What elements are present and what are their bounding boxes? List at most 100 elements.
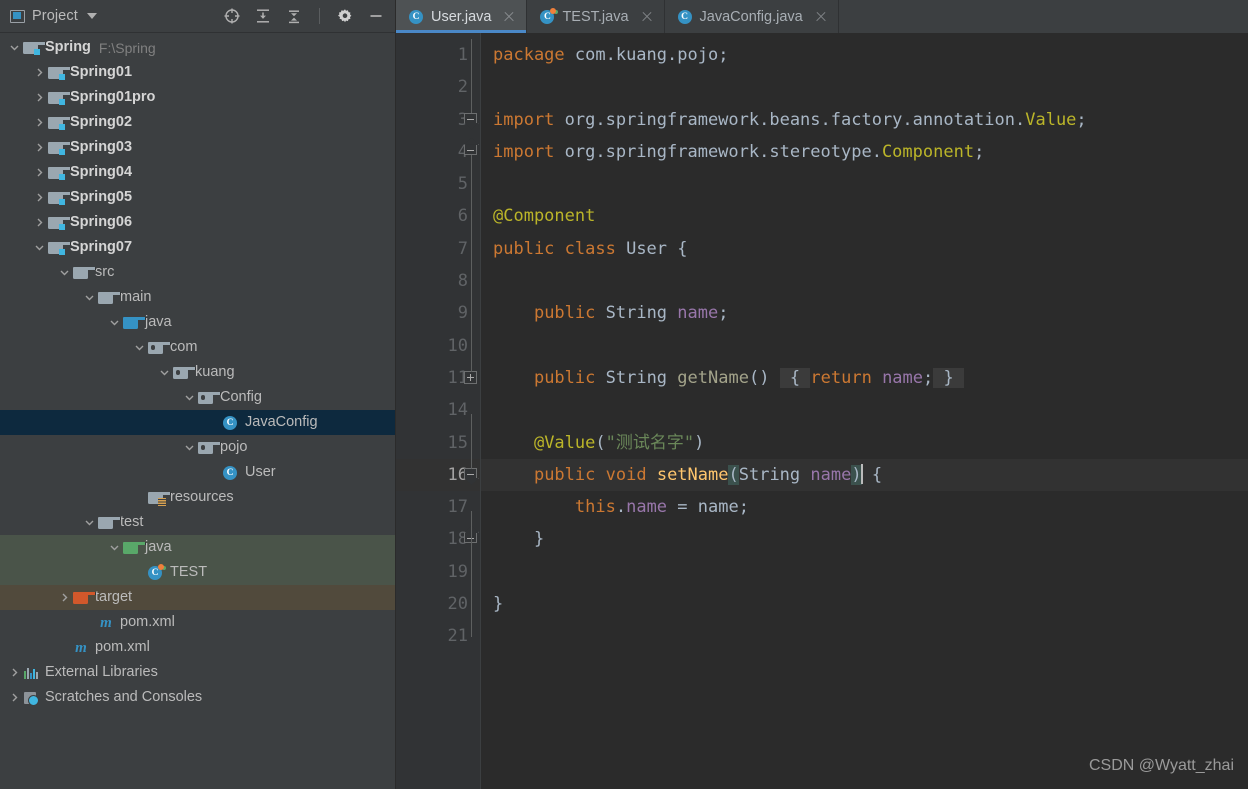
tree-item-external-libraries[interactable]: External Libraries [0, 660, 395, 685]
chevron-right-icon[interactable] [31, 190, 47, 206]
chevron-down-icon[interactable] [131, 340, 147, 356]
tree-item-spring01[interactable]: Spring01 [0, 60, 395, 85]
tree-item-kuang[interactable]: kuang [0, 360, 395, 385]
tree-item-pojo[interactable]: pojo [0, 435, 395, 460]
tree-item-com[interactable]: com [0, 335, 395, 360]
chevron-right-icon[interactable] [31, 90, 47, 106]
project-tree[interactable]: Spring F:\Spring Spring01 Spring01pro Spring… [0, 33, 395, 789]
tree-item-spring03[interactable]: Spring03 [0, 135, 395, 160]
tree-item-scratches-and-consoles[interactable]: Scratches and Consoles [0, 685, 395, 710]
tree-item-label: Spring01 [70, 64, 133, 81]
tree-item-main[interactable]: main [0, 285, 395, 310]
line-number: 2 [457, 77, 468, 98]
hide-icon[interactable] [367, 7, 385, 25]
code-line[interactable]: } [481, 523, 1248, 555]
settings-gear-icon[interactable] [336, 7, 354, 25]
chevron-right-icon[interactable] [6, 665, 22, 681]
code-line[interactable]: this.name = name; [481, 491, 1248, 523]
tree-item-label: User [245, 464, 276, 481]
tree-item-spring02[interactable]: Spring02 [0, 110, 395, 135]
code-line[interactable] [481, 330, 1248, 362]
tree-item-spring01pro[interactable]: Spring01pro [0, 85, 395, 110]
fold-rail [470, 39, 472, 114]
close-icon[interactable] [640, 10, 654, 24]
code-line[interactable]: public class User { [481, 233, 1248, 265]
tree-item-target[interactable]: target [0, 585, 395, 610]
watermark-text: CSDN @Wyatt_zhai [1088, 757, 1234, 774]
editor-tab-user-java[interactable]: C User.java [396, 0, 528, 33]
editor-tab-test-java[interactable]: C TEST.java [527, 0, 665, 33]
code-line[interactable]: import org.springframework.stereotype.Co… [481, 136, 1248, 168]
editor-code-area[interactable]: 1 2 3 4 5 6 7 8 9 10 11 14 15 16 17 18 19 20 21 package co… [396, 33, 1248, 789]
chevron-down-icon[interactable] [181, 440, 197, 456]
code-line[interactable] [481, 620, 1248, 652]
editor-code-text[interactable]: package com.kuang.pojo; import org.spring… [480, 33, 1248, 789]
tree-item-label: Spring03 [70, 139, 133, 156]
code-line[interactable]: public String name; [481, 297, 1248, 329]
tree-item-spring07[interactable]: Spring07 [0, 235, 395, 260]
code-line[interactable]: public String getName() { return name; } [481, 362, 1248, 394]
tree-item-label: Spring06 [70, 214, 133, 231]
module-folder-icon [47, 140, 71, 156]
chevron-down-icon[interactable] [156, 365, 172, 381]
close-icon[interactable] [814, 10, 828, 24]
tree-item-label: Config [220, 389, 262, 406]
editor-gutter[interactable]: 1 2 3 4 5 6 7 8 9 10 11 14 15 16 17 18 19 20 21 [396, 33, 502, 789]
code-line[interactable]: } [481, 588, 1248, 620]
project-panel-title-group[interactable]: Project [10, 8, 97, 24]
collapse-all-icon[interactable] [285, 7, 303, 25]
chevron-down-icon[interactable] [81, 290, 97, 306]
tree-item-javaconfig[interactable]: C JavaConfig [0, 410, 395, 435]
chevron-down-icon[interactable] [31, 240, 47, 256]
tree-item-test[interactable]: C TEST [0, 560, 395, 585]
fold-region-collapsed-getname[interactable] [464, 371, 477, 384]
code-line[interactable] [481, 265, 1248, 297]
tree-item-resources[interactable]: resources [0, 485, 395, 510]
tree-item-user[interactable]: C User [0, 460, 395, 485]
chevron-down-icon[interactable] [81, 515, 97, 531]
code-line[interactable]: @Component [481, 200, 1248, 232]
code-line[interactable]: @Value("测试名字") [481, 427, 1248, 459]
line-number: 9 [457, 303, 468, 324]
tree-item-java[interactable]: java [0, 310, 395, 335]
tree-item-spring05[interactable]: Spring05 [0, 185, 395, 210]
code-line[interactable] [481, 168, 1248, 200]
tree-item-config[interactable]: Config [0, 385, 395, 410]
chevron-down-icon[interactable] [56, 265, 72, 281]
tree-item-pom-xml[interactable]: m pom.xml [0, 635, 395, 660]
tree-item-test[interactable]: test [0, 510, 395, 535]
code-line[interactable] [481, 394, 1248, 426]
code-line[interactable] [481, 556, 1248, 588]
tree-item-pom-xml[interactable]: m pom.xml [0, 610, 395, 635]
code-line[interactable]: import org.springframework.beans.factory… [481, 104, 1248, 136]
editor-tab-javaconfig-java[interactable]: C JavaConfig.java [665, 0, 839, 33]
chevron-right-icon[interactable] [31, 140, 47, 156]
intention-bulb-wrap[interactable] [447, 459, 502, 491]
select-opened-file-icon[interactable] [223, 7, 241, 25]
chevron-down-icon[interactable] [106, 315, 122, 331]
chevron-down-icon[interactable] [86, 13, 97, 19]
expand-all-icon[interactable] [254, 7, 272, 25]
chevron-down-icon[interactable] [181, 390, 197, 406]
chevron-down-icon[interactable] [106, 540, 122, 556]
code-line[interactable]: package com.kuang.pojo; [481, 39, 1248, 71]
tree-item-src[interactable]: src [0, 260, 395, 285]
chevron-right-icon[interactable] [6, 690, 22, 706]
fold-region-start-imports[interactable] [464, 112, 477, 123]
chevron-right-icon[interactable] [31, 215, 47, 231]
tree-item-spring06[interactable]: Spring06 [0, 210, 395, 235]
tree-item-spring[interactable]: Spring F:\Spring [0, 35, 395, 60]
chevron-right-icon[interactable] [31, 115, 47, 131]
tree-item-java[interactable]: java [0, 535, 395, 560]
chevron-right-icon[interactable] [31, 165, 47, 181]
chevron-right-icon[interactable] [56, 590, 72, 606]
code-line[interactable] [481, 71, 1248, 103]
fold-region-end-imports[interactable] [464, 144, 477, 155]
excluded-folder-icon [72, 590, 96, 606]
code-line[interactable]: public void setName(String name) { [481, 458, 1248, 492]
chevron-right-icon[interactable] [31, 65, 47, 81]
chevron-down-icon[interactable] [6, 40, 22, 56]
window-icon [10, 9, 25, 23]
close-icon[interactable] [502, 10, 516, 24]
tree-item-spring04[interactable]: Spring04 [0, 160, 395, 185]
